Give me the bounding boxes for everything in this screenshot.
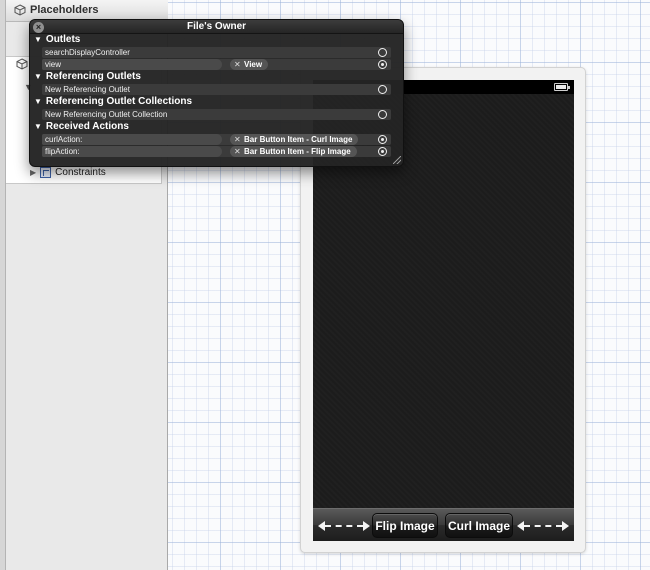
new-referencing-outlet-collection-row[interactable]: New Referencing Outlet Collection [42,109,391,120]
disclosure-right-icon[interactable]: ▶ [30,168,36,177]
connection-circle-filled-icon[interactable] [378,147,387,156]
disclosure-down-icon[interactable]: ▼ [34,72,42,81]
connections-hud: File's Owner × ▼ Outlets searchDisplayCon… [29,19,404,167]
outlet-row-view[interactable]: view ✕ View [42,59,391,70]
disconnect-x-icon[interactable]: ✕ [234,146,241,157]
disconnect-x-icon[interactable]: ✕ [234,59,241,70]
action-name: curlAction: [42,134,222,145]
arrow-right-icon [363,520,370,531]
cube-icon [16,58,28,70]
section-outlets-label: Outlets [45,34,81,45]
new-referencing-outlet-row[interactable]: New Referencing Outlet [42,84,391,95]
section-outlets[interactable]: ▼ Outlets [34,34,80,46]
placeholders-label: Placeholders [30,4,99,16]
outline-item-constraints[interactable]: ▶ Constraints [30,167,106,178]
action-row-flip[interactable]: flipAction: ✕ Bar Button Item - Flip Imag… [42,146,391,157]
disconnect-x-icon[interactable]: ✕ [234,134,241,145]
section-referencing-outlets-label: Referencing Outlets [45,71,141,82]
outlet-name: view [42,59,222,70]
outlet-row-search-display-controller[interactable]: searchDisplayController [42,47,391,58]
flip-image-button[interactable]: Flip Image [372,513,438,538]
constraints-label: Constraints [55,167,106,178]
connection-target-pill[interactable]: ✕ View [230,59,269,70]
close-icon[interactable]: × [33,22,44,33]
section-received-actions-label: Received Actions [45,121,129,132]
connection-circle-filled-icon[interactable] [378,60,387,69]
bottom-toolbar: Flip Image Curl Image [313,508,574,541]
connection-target-label: View [244,60,263,69]
connection-circle-icon[interactable] [378,110,387,119]
battery-icon [554,83,570,91]
arrow-left-icon [517,520,524,531]
disclosure-down-icon[interactable]: ▼ [34,122,42,131]
constraints-icon [40,167,52,178]
section-received-actions[interactable]: ▼ Received Actions [34,121,129,133]
resize-grip-icon[interactable] [393,156,401,164]
row-label: New Referencing Outlet Collection [45,110,168,119]
section-referencing-outlets[interactable]: ▼ Referencing Outlets [34,71,141,83]
connection-target-label: Bar Button Item - Flip Image [244,147,351,156]
connection-target-pill[interactable]: ✕ Bar Button Item - Flip Image [230,146,357,157]
connection-circle-filled-icon[interactable] [378,135,387,144]
section-referencing-outlet-collections-label: Referencing Outlet Collections [45,96,193,107]
connection-circle-icon[interactable] [378,85,387,94]
outlet-name: searchDisplayController [45,48,130,57]
action-row-curl[interactable]: curlAction: ✕ Bar Button Item - Curl Imag… [42,134,391,145]
disclosure-down-icon[interactable]: ▼ [34,97,42,106]
flexible-space-left[interactable] [318,519,370,532]
row-label: New Referencing Outlet [45,85,130,94]
action-name: flipAction: [42,146,222,157]
connection-target-pill[interactable]: ✕ Bar Button Item - Curl Image [230,134,359,145]
connection-target-label: Bar Button Item - Curl Image [244,135,353,144]
cube-icon [14,4,26,16]
disclosure-down-icon[interactable]: ▼ [34,35,42,44]
section-referencing-outlet-collections[interactable]: ▼ Referencing Outlet Collections [34,96,192,108]
arrow-left-icon [318,520,325,531]
curl-image-button[interactable]: Curl Image [445,513,513,538]
hud-title: File's Owner [30,20,403,34]
arrow-right-icon [562,520,569,531]
flexible-space-right[interactable] [517,519,569,532]
connection-circle-icon[interactable] [378,48,387,57]
